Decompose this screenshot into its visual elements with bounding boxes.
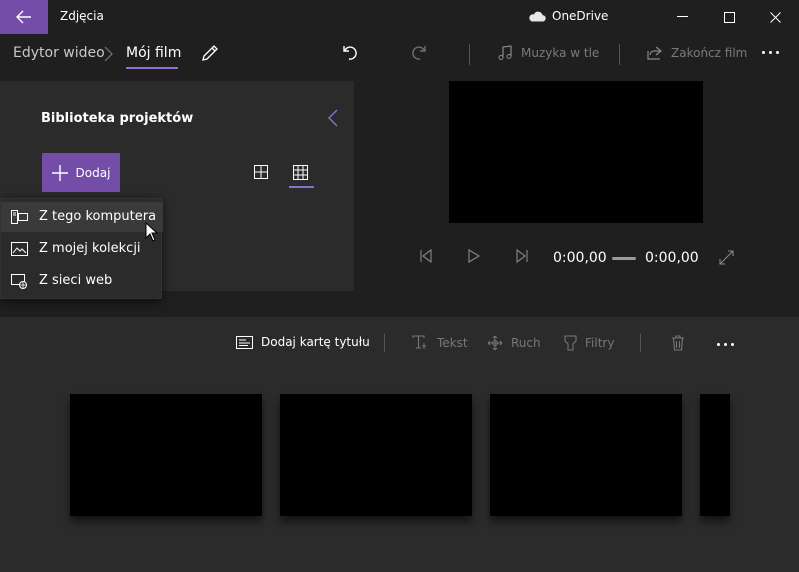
command-bar: Edytor wideo Mój film Muzyka w tle Zakoń… [0,34,799,74]
menu-item-from-computer[interactable]: Z tego komputera [1,202,163,232]
add-title-card-label: Dodaj kartę tytułu [261,335,370,349]
menu-item-label: Z tego komputera [39,209,157,224]
dot [776,51,779,54]
breadcrumb-underline [126,67,178,69]
storyboard-clip[interactable] [490,394,682,516]
dot [724,343,727,346]
title-card-icon [236,335,253,349]
close-icon [769,11,781,23]
menu-item-label: Z sieci web [39,273,113,288]
minimize-icon [677,16,688,17]
add-source-menu: Z tego komputera Z mojej kolekcji Z siec… [0,198,163,299]
background-music-label: Muzyka w tle [521,46,600,60]
breadcrumb-current: Mój film [126,45,182,61]
onedrive-status[interactable]: OneDrive [528,9,608,23]
filters-icon [564,335,577,351]
background-music-button[interactable]: Muzyka w tle [497,45,599,61]
breadcrumb-video-editor[interactable]: Edytor wideo [13,45,105,61]
project-library-title: Biblioteka projektów [41,111,194,126]
more-options-button[interactable] [762,51,779,54]
add-title-card-button[interactable]: Dodaj kartę tytułu [236,335,370,349]
redo-icon[interactable] [409,43,429,63]
menu-item-from-web[interactable]: Z sieci web [1,266,163,296]
motion-label: Ruch [511,336,541,350]
web-icon [11,274,27,289]
view-selected-indicator [289,186,314,188]
minimize-button[interactable] [660,0,706,34]
cloud-icon [529,11,546,21]
storyboard-clip[interactable] [700,394,730,516]
share-export-icon [647,46,662,60]
dot [717,343,720,346]
text-button[interactable]: Tekst [412,335,468,350]
storyboard-more-button[interactable] [717,343,734,346]
app-title: Zdjęcia [60,9,104,23]
filters-button[interactable]: Filtry [564,335,614,351]
video-preview[interactable] [449,81,703,223]
mouse-pointer-icon [145,222,159,242]
small-grid-view-icon[interactable] [293,165,308,180]
chevron-right-icon [104,46,113,62]
text-label: Tekst [437,335,468,350]
rename-pencil-icon[interactable] [200,43,220,63]
trash-icon[interactable] [671,335,685,351]
next-frame-icon[interactable] [515,249,529,263]
seek-bar[interactable] [612,257,636,260]
storyboard-clip[interactable] [280,394,472,516]
menu-item-from-collection[interactable]: Z mojej kolekcji [1,234,163,264]
fullscreen-icon[interactable] [719,250,734,265]
dot [731,343,734,346]
finish-video-label: Zakończ film [671,46,748,60]
dot [762,51,765,54]
maximize-icon [723,11,735,23]
finish-video-button[interactable]: Zakończ film [646,45,747,61]
dot [769,51,772,54]
collection-icon [11,242,28,256]
current-time: 0:00,00 [553,250,607,266]
title-bar: Zdjęcia OneDrive [0,0,799,34]
total-time: 0:00,00 [645,250,699,266]
play-icon[interactable] [468,249,480,263]
undo-icon[interactable] [340,43,360,63]
add-button[interactable]: Dodaj [42,153,120,192]
computer-icon [11,210,28,224]
storyboard-divider [640,334,641,352]
onedrive-label: OneDrive [552,9,609,23]
arrow-left-icon [16,10,31,24]
previous-frame-icon[interactable] [419,249,433,263]
text-icon [412,335,426,349]
chevron-left-icon[interactable] [327,109,339,127]
toolbar-divider [469,44,470,65]
plus-icon [51,164,68,181]
large-grid-view-icon[interactable] [254,165,268,179]
motion-icon [487,335,503,351]
storyboard-clip[interactable] [70,394,262,516]
maximize-button[interactable] [706,0,752,34]
storyboard-divider [384,334,385,352]
close-button[interactable] [752,0,798,34]
music-note-icon [498,45,512,60]
motion-button[interactable]: Ruch [487,335,541,351]
menu-item-label: Z mojej kolekcji [39,241,141,256]
toolbar-divider [619,44,620,65]
add-button-label: Dodaj [75,165,111,180]
filters-label: Filtry [585,336,615,350]
back-button[interactable] [0,0,48,34]
